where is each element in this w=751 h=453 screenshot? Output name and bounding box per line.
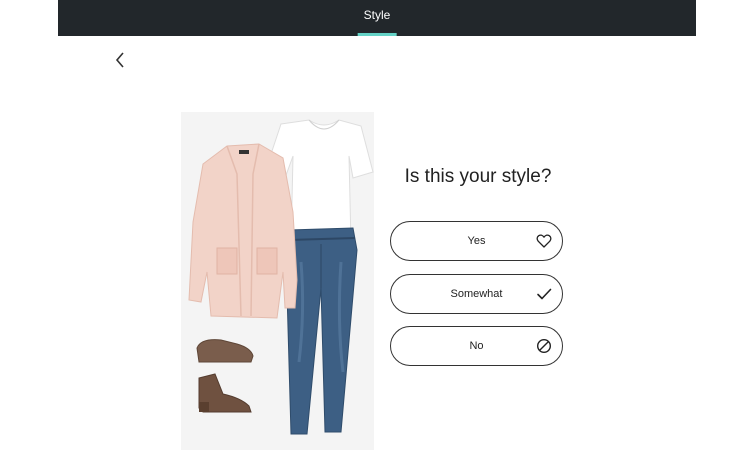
heart-icon [536, 234, 552, 248]
no-entry-icon [536, 338, 552, 354]
yes-button[interactable]: Yes [390, 221, 563, 261]
cardigan-illustration [188, 143, 298, 319]
tab-style[interactable]: Style [357, 0, 397, 36]
active-tab-indicator [357, 33, 397, 36]
ankle-boots-illustration [196, 339, 254, 413]
back-button[interactable] [108, 48, 132, 72]
somewhat-button[interactable]: Somewhat [390, 274, 563, 314]
check-icon [537, 288, 552, 300]
no-button[interactable]: No [390, 326, 563, 366]
top-nav-bar: Style [58, 0, 696, 36]
outfit-image [181, 112, 374, 450]
chevron-left-icon [115, 52, 124, 68]
style-question: Is this your style? [404, 166, 552, 187]
outfit-illustration [188, 119, 374, 435]
tab-style-label: Style [363, 8, 391, 22]
jeans-illustration [286, 227, 358, 435]
